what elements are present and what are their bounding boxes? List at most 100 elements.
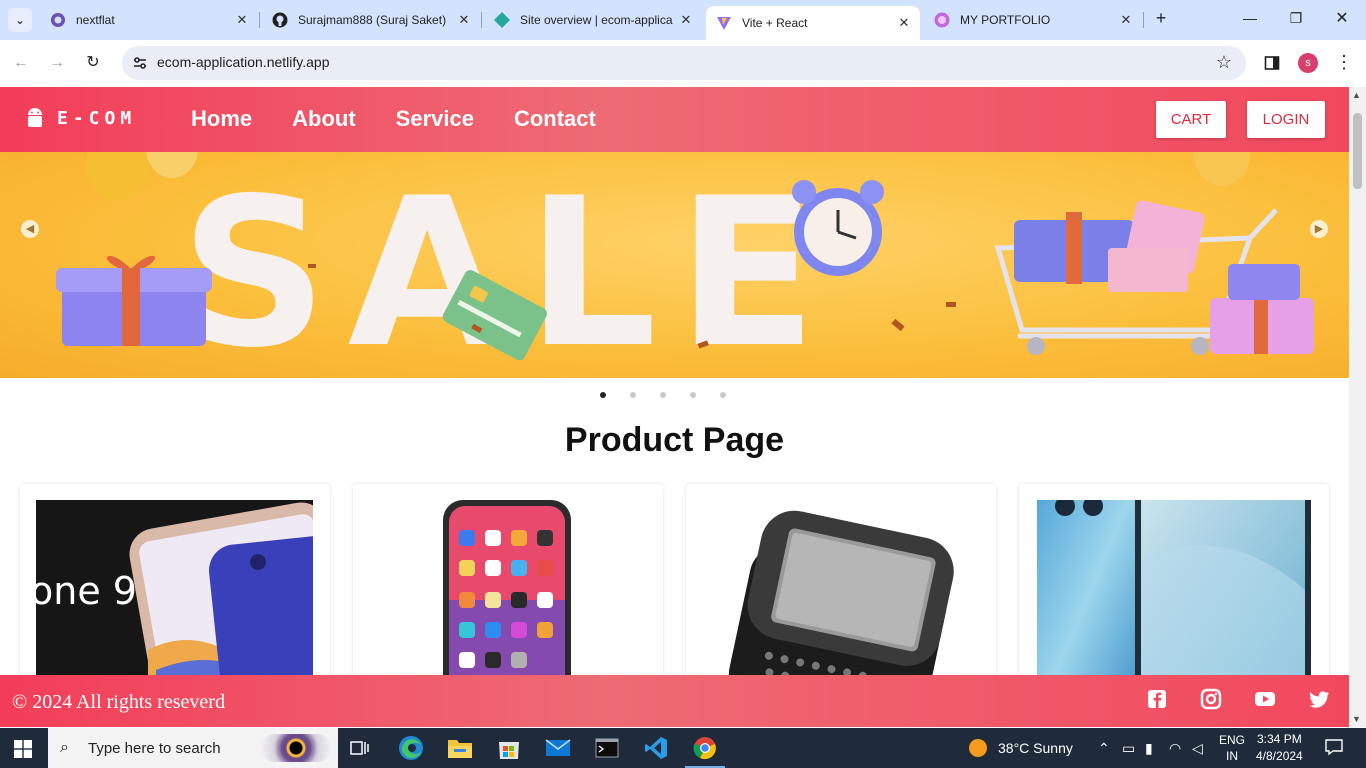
tab-github[interactable]: Surajmam888 (Suraj Saket) ✕ [262, 6, 480, 34]
tab-title: nextflat [76, 13, 115, 27]
file-explorer-icon[interactable] [446, 734, 474, 762]
carousel-dot[interactable] [630, 392, 636, 398]
taskbar-search-box[interactable]: ⌕ Type here to search [48, 728, 338, 768]
reload-icon[interactable]: ↻ [82, 52, 104, 74]
menu-kebab-icon[interactable]: ⋮ [1333, 52, 1355, 74]
url-text: ecom-application.netlify.app [157, 54, 330, 70]
tab-nextflat[interactable]: nextflat ✕ [40, 6, 258, 34]
chevron-down-icon: ⌄ [14, 13, 26, 27]
notification-icon[interactable] [1325, 738, 1343, 759]
scroll-up-arrow-icon[interactable]: ▲ [1352, 90, 1361, 100]
scrollbar-thumb[interactable] [1353, 113, 1362, 189]
site-footer: © 2024 All rights reseverd [0, 675, 1349, 727]
browser-toolbar: ← → ↻ ecom-application.netlify.app ☆ s ⋮ [0, 40, 1366, 86]
cart-button[interactable]: CART [1156, 101, 1226, 138]
tab-vite-react[interactable]: Vite + React ✕ [706, 6, 920, 40]
terminal-icon[interactable] [593, 734, 621, 762]
windows-taskbar: ⌕ Type here to search 38°C Sunny ⌃ ▭ ▮ ◠… [0, 728, 1366, 768]
search-icon: ⌕ [60, 739, 69, 756]
weather-text[interactable]: 38°C Sunny [998, 740, 1073, 756]
weather-sun-icon [968, 738, 988, 761]
forward-icon[interactable]: → [46, 52, 68, 74]
task-view-icon[interactable] [346, 734, 374, 762]
nav-home[interactable]: Home [191, 106, 252, 132]
clock-date: 4/8/2024 [1256, 749, 1303, 763]
netlify-icon [494, 12, 510, 28]
tab-separator [1143, 12, 1144, 28]
instagram-icon[interactable] [1200, 688, 1222, 710]
tab-title: Site overview | ecom-applica [520, 13, 673, 27]
copyright-text: © 2024 All rights reseverd [12, 691, 225, 713]
carousel-dot[interactable] [690, 392, 696, 398]
show-hidden-icons-chevron-icon[interactable]: ⌃ [1098, 740, 1110, 757]
logo-text: E-COM [57, 107, 137, 129]
address-bar[interactable]: ecom-application.netlify.app ☆ [122, 46, 1246, 80]
mail-icon[interactable] [544, 734, 572, 762]
close-tab-icon[interactable]: ✕ [894, 15, 914, 31]
sale-banner-carousel: SALE ◀ ▶ [0, 152, 1349, 378]
product-image-iphone-9[interactable]: one 9 [36, 500, 313, 700]
microsoft-store-icon[interactable] [495, 734, 523, 762]
page-viewport: E-COM Home About Service Contact CART LO… [0, 87, 1349, 727]
product-image-iphone-homescreen[interactable] [369, 500, 646, 700]
login-button[interactable]: LOGIN [1247, 101, 1325, 138]
product-image-blue-smartphone[interactable] [1035, 500, 1312, 700]
language-code: ENG [1219, 733, 1246, 747]
tab-separator [259, 12, 260, 28]
volume-icon[interactable]: ◁ [1192, 740, 1203, 757]
restore-icon[interactable]: ❐ [1276, 10, 1316, 27]
twitter-icon[interactable] [1308, 688, 1330, 710]
tab-title: Surajmam888 (Suraj Saket) [298, 13, 447, 27]
region-code: IN [1226, 749, 1238, 763]
carousel-dot[interactable] [720, 392, 726, 398]
taskbar-clock[interactable]: 3:34 PM 4/8/2024 [1256, 731, 1303, 765]
chrome-icon[interactable] [685, 734, 725, 768]
clock-time: 3:34 PM [1257, 732, 1302, 746]
carousel-dot[interactable] [660, 392, 666, 398]
vite-icon [716, 15, 732, 31]
tab-netlify[interactable]: Site overview | ecom-applica ✕ [484, 6, 702, 34]
site-settings-icon[interactable] [132, 55, 148, 71]
main-nav: Home About Service Contact [191, 106, 636, 132]
search-highlight-icon [260, 734, 332, 762]
carousel-next-icon[interactable]: ▶ [1310, 220, 1328, 238]
carousel-prev-icon[interactable]: ◀ [21, 220, 39, 238]
tab-portfolio[interactable]: MY PORTFOLIO ✕ [924, 6, 1142, 34]
carousel-indicators [600, 392, 750, 398]
battery-icon[interactable]: ▮ [1145, 740, 1153, 757]
android-icon [26, 107, 44, 129]
sale-banner-image: SALE [56, 152, 1314, 378]
tab-title: Vite + React [742, 16, 808, 30]
carousel-dot[interactable] [600, 392, 606, 398]
windows-start-icon[interactable] [14, 740, 32, 758]
close-window-icon[interactable]: ✕ [1322, 8, 1362, 28]
site-logo[interactable]: E-COM [26, 107, 136, 129]
page-title: Product Page [564, 421, 785, 459]
edge-icon[interactable] [397, 734, 425, 762]
nav-about[interactable]: About [292, 106, 356, 132]
page-scrollbar[interactable]: ▲ ▼ [1349, 87, 1366, 727]
close-tab-icon[interactable]: ✕ [1116, 12, 1136, 28]
meet-now-icon[interactable]: ▭ [1122, 740, 1135, 757]
close-tab-icon[interactable]: ✕ [676, 12, 696, 28]
back-icon[interactable]: ← [10, 52, 32, 74]
close-tab-icon[interactable]: ✕ [232, 12, 252, 28]
minimize-icon[interactable]: — [1230, 10, 1270, 26]
nav-contact[interactable]: Contact [514, 106, 596, 132]
nav-service[interactable]: Service [396, 106, 474, 132]
new-tab-button[interactable]: + [1150, 8, 1172, 32]
profile-avatar[interactable]: s [1298, 53, 1318, 73]
nextflat-favicon-icon [50, 12, 66, 28]
close-tab-icon[interactable]: ✕ [454, 12, 474, 28]
bookmark-star-icon[interactable]: ☆ [1216, 52, 1232, 73]
language-indicator[interactable]: ENG IN [1219, 732, 1245, 764]
facebook-icon[interactable] [1146, 688, 1168, 710]
vscode-icon[interactable] [642, 734, 670, 762]
search-placeholder: Type here to search [88, 740, 221, 757]
side-panel-icon[interactable] [1261, 52, 1283, 74]
scroll-down-arrow-icon[interactable]: ▼ [1352, 714, 1361, 724]
tab-search-button[interactable]: ⌄ [8, 8, 32, 32]
wifi-icon[interactable]: ◠ [1169, 740, 1181, 757]
product-image-slider-phone[interactable] [702, 500, 979, 700]
youtube-icon[interactable] [1254, 688, 1276, 710]
